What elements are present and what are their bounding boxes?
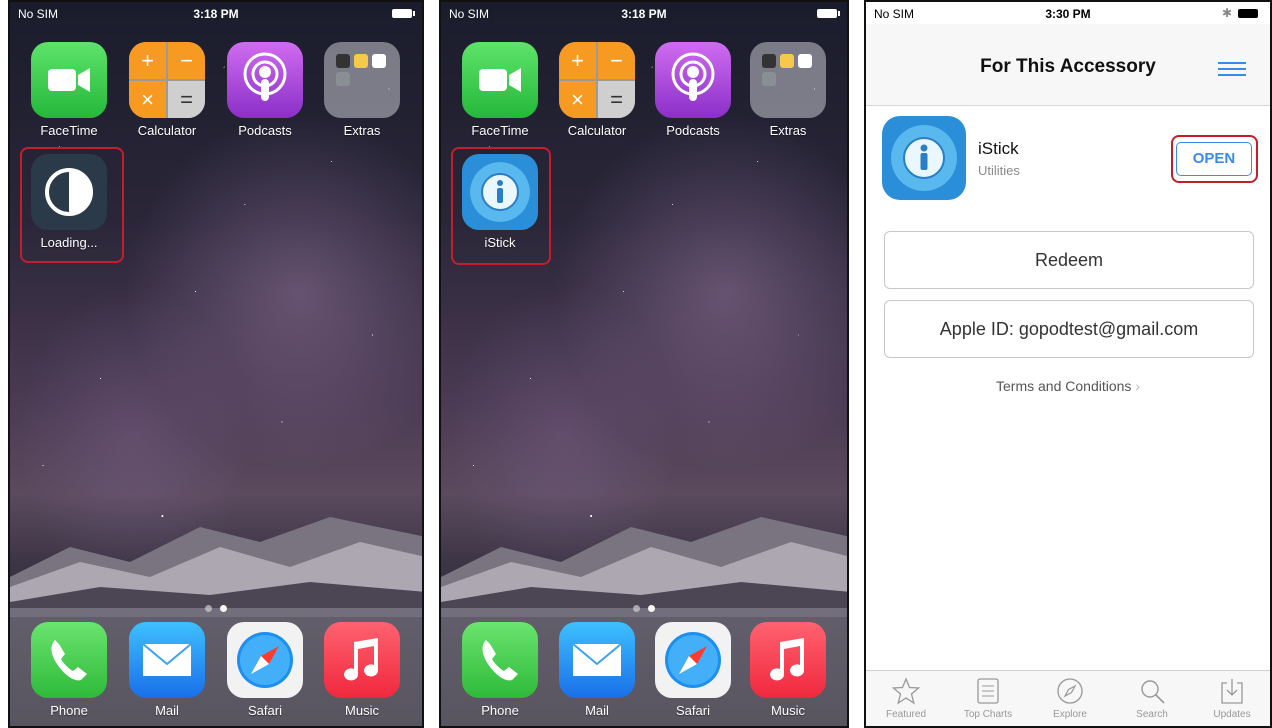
battery-icon xyxy=(392,9,415,18)
folder-icon xyxy=(324,42,400,118)
app-label: Phone xyxy=(50,703,88,718)
clock: 3:18 PM xyxy=(193,7,239,21)
safari-icon xyxy=(655,622,731,698)
app-phone[interactable]: Phone xyxy=(30,622,108,718)
app-mail[interactable]: Mail xyxy=(128,622,206,718)
app-store-accessory-screen: No SIM 3:30 PM ✱ For This Accessory iSti… xyxy=(864,0,1272,728)
app-mail[interactable]: Mail xyxy=(558,622,636,718)
highlight-box xyxy=(451,147,551,265)
app-extras-folder[interactable]: Extras xyxy=(323,42,401,138)
app-label: Safari xyxy=(248,703,282,718)
page-title: For This Accessory xyxy=(980,56,1156,77)
podcasts-icon xyxy=(227,42,303,118)
app-label: Extras xyxy=(769,123,807,138)
app-extras-folder[interactable]: Extras xyxy=(749,42,827,138)
status-bar: No SIM 3:30 PM ✱ xyxy=(866,2,1270,24)
download-icon xyxy=(1221,679,1243,704)
app-label: Safari xyxy=(676,703,710,718)
safari-icon xyxy=(227,622,303,698)
clock: 3:18 PM xyxy=(621,7,667,21)
list-menu-icon[interactable] xyxy=(1218,58,1246,80)
phone-icon xyxy=(31,622,107,698)
tab-explore[interactable]: Explore xyxy=(1030,677,1110,720)
battery-icon xyxy=(1238,9,1258,18)
status-bar: No SIM 3:18 PM xyxy=(10,2,422,24)
calculator-icon: + − × = xyxy=(129,42,205,118)
highlight-box xyxy=(20,147,124,263)
app-category: Utilities xyxy=(978,163,1020,178)
terms-label: Terms and Conditions xyxy=(996,378,1132,394)
dock: Phone Mail Safari Music xyxy=(10,608,422,726)
facetime-icon xyxy=(462,42,538,118)
app-label: Phone xyxy=(481,703,519,718)
apple-id-button[interactable]: Apple ID: gopodtest@gmail.com xyxy=(884,300,1254,358)
dock: Phone Mail Safari Music xyxy=(441,608,847,726)
highlight-box xyxy=(1171,135,1258,183)
tab-label: Search xyxy=(1136,709,1168,720)
app-label: Calculator xyxy=(567,123,627,138)
facetime-icon xyxy=(31,42,107,118)
tab-label: Top Charts xyxy=(963,709,1013,720)
tab-bar: Featured Top Charts Explore Search Updat… xyxy=(866,670,1270,726)
app-safari[interactable]: Safari xyxy=(654,622,732,718)
chevron-right-icon: › xyxy=(1135,378,1140,394)
app-label: FaceTime xyxy=(471,123,529,138)
app-label: Extras xyxy=(343,123,381,138)
app-label: Calculator xyxy=(137,123,197,138)
battery-icon xyxy=(817,9,840,18)
app-music[interactable]: Music xyxy=(323,622,401,718)
app-label: Mail xyxy=(155,703,179,718)
mail-icon xyxy=(559,622,635,698)
tab-search[interactable]: Search xyxy=(1112,677,1192,720)
app-label: Music xyxy=(771,703,805,718)
app-label: Podcasts xyxy=(666,123,720,138)
app-safari[interactable]: Safari xyxy=(226,622,304,718)
home-screen-installing: No SIM 3:18 PM FaceTime + − × = Calculator … xyxy=(8,0,424,728)
navigation-bar: For This Accessory xyxy=(866,24,1270,106)
info-icon[interactable] xyxy=(882,116,966,200)
bluetooth-icon: ✱ xyxy=(1221,6,1232,20)
app-label: Podcasts xyxy=(238,123,292,138)
app-name: iStick xyxy=(978,139,1019,158)
mail-icon xyxy=(129,622,205,698)
app-music[interactable]: Music xyxy=(749,622,827,718)
app-calculator[interactable]: + − × = Calculator xyxy=(558,42,636,138)
music-icon xyxy=(324,622,400,698)
app-label: FaceTime xyxy=(40,123,98,138)
phone-icon xyxy=(462,622,538,698)
app-label: Music xyxy=(345,703,379,718)
tab-top-charts[interactable]: Top Charts xyxy=(948,677,1028,720)
compass-icon xyxy=(1057,678,1083,704)
app-facetime[interactable]: FaceTime xyxy=(461,42,539,138)
app-calculator[interactable]: + − × = Calculator xyxy=(128,42,206,138)
app-podcasts[interactable]: Podcasts xyxy=(654,42,732,138)
app-podcasts[interactable]: Podcasts xyxy=(226,42,304,138)
tab-label: Featured xyxy=(885,709,927,720)
search-icon xyxy=(1141,680,1165,704)
status-bar: No SIM 3:18 PM xyxy=(441,2,847,24)
redeem-button[interactable]: Redeem xyxy=(884,231,1254,289)
clock: 3:30 PM xyxy=(1045,7,1091,21)
podcasts-icon xyxy=(655,42,731,118)
star-icon xyxy=(892,677,920,705)
tab-label: Explore xyxy=(1053,709,1087,720)
app-label: Mail xyxy=(585,703,609,718)
list-icon xyxy=(977,678,999,704)
app-phone[interactable]: Phone xyxy=(461,622,539,718)
terms-link[interactable]: Terms and Conditions › xyxy=(866,378,1270,394)
app-facetime[interactable]: FaceTime xyxy=(30,42,108,138)
tab-label: Updates xyxy=(1213,709,1251,720)
home-screen-installed: No SIM 3:18 PM FaceTime + − × = Calculator … xyxy=(439,0,849,728)
tab-updates[interactable]: Updates xyxy=(1192,677,1270,720)
calculator-icon: + − × = xyxy=(559,42,635,118)
folder-icon xyxy=(750,42,826,118)
tab-featured[interactable]: Featured xyxy=(866,677,946,720)
music-icon xyxy=(750,622,826,698)
